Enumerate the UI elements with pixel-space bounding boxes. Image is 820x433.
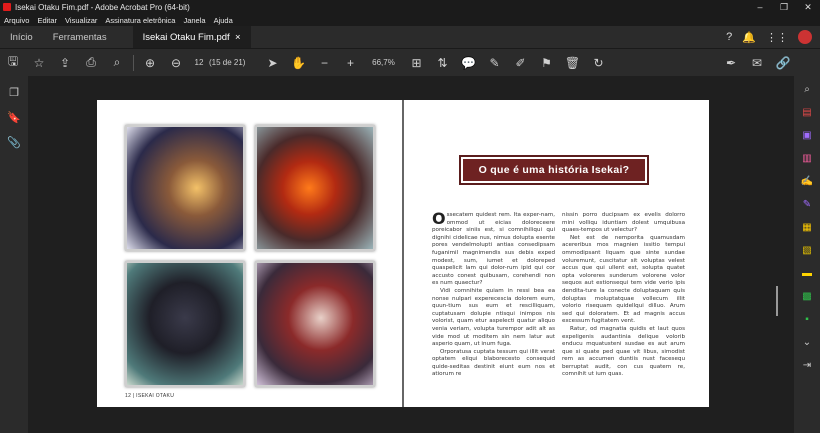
next-page-icon[interactable]: ⊖	[163, 49, 189, 77]
menu-bar: Arquivo Editar Visualizar Assinatura ele…	[0, 14, 820, 26]
page-count-label: (15 de 21)	[209, 58, 246, 67]
paragraph: Orporatusa cuptata tessum qui illit vera…	[432, 348, 555, 378]
illustration-black-wolf	[125, 261, 245, 387]
highlight-pen-icon[interactable]: ✎	[481, 49, 507, 77]
paragraph: Vidi comnihite quiam in ressi bea ea non…	[432, 287, 555, 348]
illustration-red-dragon	[255, 125, 375, 251]
tab-document-label: Isekai Otaku Fim.pdf	[142, 31, 230, 43]
scroll-mode-icon[interactable]: ⇅	[429, 49, 455, 77]
comment-icon[interactable]: 💬	[455, 49, 481, 77]
menu-visualizar[interactable]: Visualizar	[65, 16, 97, 25]
previous-page-icon[interactable]: ⊕	[137, 49, 163, 77]
delete-icon[interactable]: 🗑	[559, 49, 585, 77]
menu-ajuda[interactable]: Ajuda	[214, 16, 233, 25]
toolbar-divider	[133, 54, 134, 71]
chapter-heading-box: O que é uma história Isekai?	[459, 155, 649, 185]
hand-tool-icon[interactable]: ✋	[285, 49, 311, 77]
expand-tools-icon[interactable]: ⌄	[800, 335, 814, 349]
export-pdf-icon[interactable]: ▤	[800, 105, 814, 119]
tab-tools[interactable]: Ferramentas	[43, 26, 117, 48]
window-title: Isekai Otaku Fim.pdf - Adobe Acrobat Pro…	[15, 2, 190, 12]
close-window-button[interactable]: ✕	[796, 2, 820, 13]
avatar[interactable]	[798, 30, 812, 44]
pdf-page-right: O que é uma história Isekai? O ssecatem …	[404, 100, 709, 407]
search-zoom-icon[interactable]: ⌕	[104, 49, 130, 77]
tab-bar: Início Ferramentas Isekai Otaku Fim.pdf …	[0, 26, 820, 48]
collapse-panel-icon[interactable]: ⇥	[800, 358, 814, 372]
paragraph: Net est de nemporita quamusdam acereribu…	[562, 234, 685, 325]
page-thumbnails-icon[interactable]: ❐	[9, 86, 19, 99]
zoom-in-icon[interactable]: +	[337, 49, 363, 77]
select-cursor-icon[interactable]: ➤	[259, 49, 285, 77]
window-controls: – ❐ ✕	[748, 2, 820, 13]
upload-cloud-icon[interactable]: ⇪	[52, 49, 78, 77]
page-number-input[interactable]: 12	[189, 58, 209, 67]
help-icon[interactable]: ?	[726, 31, 732, 43]
mail-icon[interactable]: ✉	[744, 49, 770, 77]
request-signature-icon[interactable]: ✍	[800, 174, 814, 188]
compress-icon[interactable]: ▩	[800, 289, 814, 303]
main-toolbar: 🖫 ☆ ⇪ ⎙ ⌕ ⊕ ⊖ 12 (15 de 21) ➤ ✋ − + 66,7…	[0, 48, 820, 76]
text-column-2: nissin porro ducipsam ex evelis dolorro …	[562, 212, 685, 379]
menu-janela[interactable]: Janela	[183, 16, 205, 25]
draw-icon[interactable]: ✐	[507, 49, 533, 77]
illustration-warrior-mage	[125, 125, 245, 251]
left-sidebar: ❐ 🔖 📎	[0, 76, 28, 433]
paragraph: ssecatem quidest rem. Ita exper-nam, omm…	[432, 212, 555, 287]
fill-sign-icon[interactable]: ✎	[800, 197, 814, 211]
drop-cap: O	[432, 209, 446, 228]
zoom-out-icon[interactable]: −	[311, 49, 337, 77]
maximize-button[interactable]: ❐	[772, 2, 796, 13]
share-link-icon[interactable]: 🔗	[770, 49, 796, 77]
attachment-icon[interactable]: 📎	[7, 136, 21, 149]
right-tools-sidebar: ⌕ ▤ ▣ ▥ ✍ ✎ ▦ ▧ ▬ ▩ ▪ ⌄ ⇥	[794, 76, 820, 433]
star-icon[interactable]: ☆	[26, 49, 52, 77]
pdf-page-left: 12 | ISEKAI OTAKU	[97, 100, 402, 407]
page-footer: 12 | ISEKAI OTAKU	[125, 393, 175, 399]
vertical-scrollbar[interactable]	[776, 286, 778, 316]
sign-icon[interactable]: ✒	[718, 49, 744, 77]
protect-icon[interactable]: ▪	[800, 312, 814, 326]
menu-editar[interactable]: Editar	[37, 16, 57, 25]
acrobat-app-icon	[3, 3, 11, 11]
chapter-heading: O que é uma história Isekai?	[463, 159, 645, 181]
create-pdf-icon[interactable]: ▧	[800, 243, 814, 257]
tabbar-actions: ? 🔔 ⋮⋮	[726, 30, 820, 44]
paragraph: Ratur, od magnatia quidis et laut quos e…	[562, 325, 685, 378]
tab-close-icon[interactable]: ×	[235, 32, 241, 43]
tab-document[interactable]: Isekai Otaku Fim.pdf ×	[132, 26, 251, 48]
rotate-icon[interactable]: ↻	[585, 49, 611, 77]
combine-files-icon[interactable]: ▣	[800, 128, 814, 142]
zoom-search-icon[interactable]: ⌕	[800, 82, 814, 96]
paragraph: nissin porro ducipsam ex evelis dolorro …	[562, 212, 685, 234]
edit-pdf-icon[interactable]: ▦	[800, 220, 814, 234]
tab-home[interactable]: Início	[0, 26, 43, 48]
page-fit-icon[interactable]: ⊞	[403, 49, 429, 77]
illustration-warrior-girl	[255, 261, 375, 387]
document-canvas[interactable]: 12 | ISEKAI OTAKU O que é uma história I…	[28, 76, 794, 433]
zoom-level-select[interactable]: 66,7%	[363, 58, 403, 67]
apps-grid-icon[interactable]: ⋮⋮	[766, 31, 788, 44]
title-bar: Isekai Otaku Fim.pdf - Adobe Acrobat Pro…	[0, 0, 820, 14]
bell-icon[interactable]: 🔔	[742, 31, 756, 44]
bookmark-icon[interactable]: 🔖	[7, 111, 21, 124]
menu-assinatura[interactable]: Assinatura eletrônica	[105, 16, 175, 25]
menu-arquivo[interactable]: Arquivo	[4, 16, 29, 25]
print-icon[interactable]: ⎙	[78, 49, 104, 77]
save-icon[interactable]: 🖫	[0, 49, 26, 77]
comment-tool-icon[interactable]: ▬	[800, 266, 814, 280]
organize-pages-icon[interactable]: ▥	[800, 151, 814, 165]
minimize-button[interactable]: –	[748, 2, 772, 13]
stamp-icon[interactable]: ⚑	[533, 49, 559, 77]
text-column-1: O ssecatem quidest rem. Ita exper-nam, o…	[432, 209, 555, 379]
